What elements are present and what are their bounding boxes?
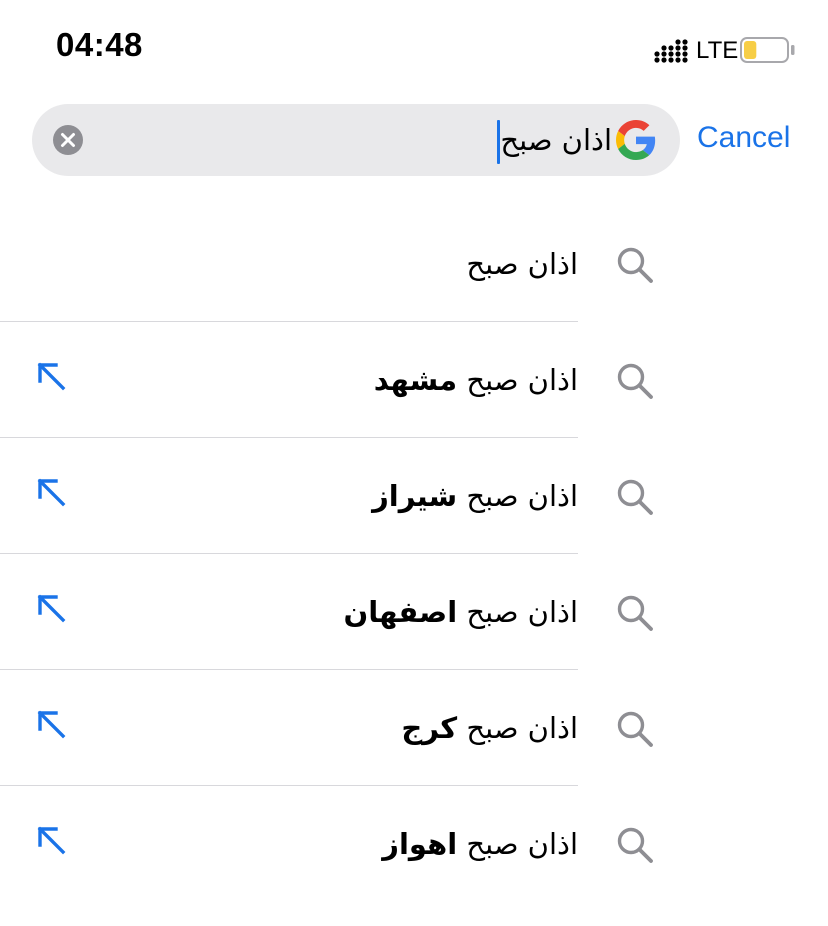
suggestion-base-text: اذان صبح — [466, 247, 578, 281]
cellular-signal-icon — [654, 39, 688, 63]
fill-query-arrow-icon[interactable] — [36, 593, 68, 625]
clear-circle-icon[interactable] — [52, 124, 84, 156]
battery-icon — [740, 37, 795, 63]
suggestion-base-text: اذان صبح — [457, 363, 578, 397]
status-time: 04:48 — [56, 26, 143, 63]
suggestion-row-6[interactable]: اذان صبح اهواز — [0, 786, 828, 902]
cancel-button[interactable]: Cancel — [697, 121, 790, 155]
suggestion-row-2[interactable]: اذان صبح مشهد — [0, 322, 828, 438]
suggestion-text: اذان صبح کرج — [401, 670, 578, 786]
fill-query-arrow-icon[interactable] — [36, 361, 68, 393]
suggestion-completion-text: اهواز — [382, 827, 458, 861]
search-icon — [617, 247, 653, 283]
search-icon — [617, 827, 653, 863]
search-icon — [617, 479, 653, 515]
suggestion-base-text: اذان صبح — [457, 479, 578, 513]
suggestion-completion-text: اصفهان — [343, 595, 458, 629]
network-type: LTE — [696, 37, 739, 64]
suggestion-row-1[interactable]: اذان صبح — [0, 206, 828, 322]
suggestion-list: اذان صبح اذان صبح مشهد اذان صبح شیراز اذ… — [0, 206, 828, 902]
suggestion-completion-text: کرج — [401, 711, 458, 745]
suggestion-text: اذان صبح شیراز — [372, 438, 578, 554]
google-logo-icon — [616, 120, 656, 160]
fill-query-arrow-icon[interactable] — [36, 825, 68, 857]
suggestion-text: اذان صبح مشهد — [374, 322, 578, 438]
suggestion-row-3[interactable]: اذان صبح شیراز — [0, 438, 828, 554]
fill-query-arrow-icon[interactable] — [36, 709, 68, 741]
suggestion-row-4[interactable]: اذان صبح اصفهان — [0, 554, 828, 670]
search-field[interactable] — [32, 104, 680, 176]
suggestion-completion-text: شیراز — [372, 479, 458, 513]
suggestion-row-5[interactable]: اذان صبح کرج — [0, 670, 828, 786]
battery-level-fill — [744, 41, 757, 59]
search-icon — [617, 711, 653, 747]
search-icon — [617, 595, 653, 631]
suggestion-completion-text: مشهد — [373, 363, 458, 397]
suggestion-text: اذان صبح اصفهان — [344, 554, 578, 670]
status-bar: 04:48 LTE — [0, 0, 828, 96]
suggestion-text: اذان صبح اهواز — [382, 786, 578, 902]
suggestion-base-text: اذان صبح — [457, 827, 578, 861]
search-input[interactable] — [122, 104, 612, 176]
suggestion-base-text: اذان صبح — [457, 711, 578, 745]
search-icon — [617, 363, 653, 399]
text-caret — [497, 120, 500, 164]
suggestion-base-text: اذان صبح — [457, 595, 578, 629]
suggestion-text: اذان صبح — [466, 206, 578, 322]
fill-query-arrow-icon[interactable] — [36, 477, 68, 509]
